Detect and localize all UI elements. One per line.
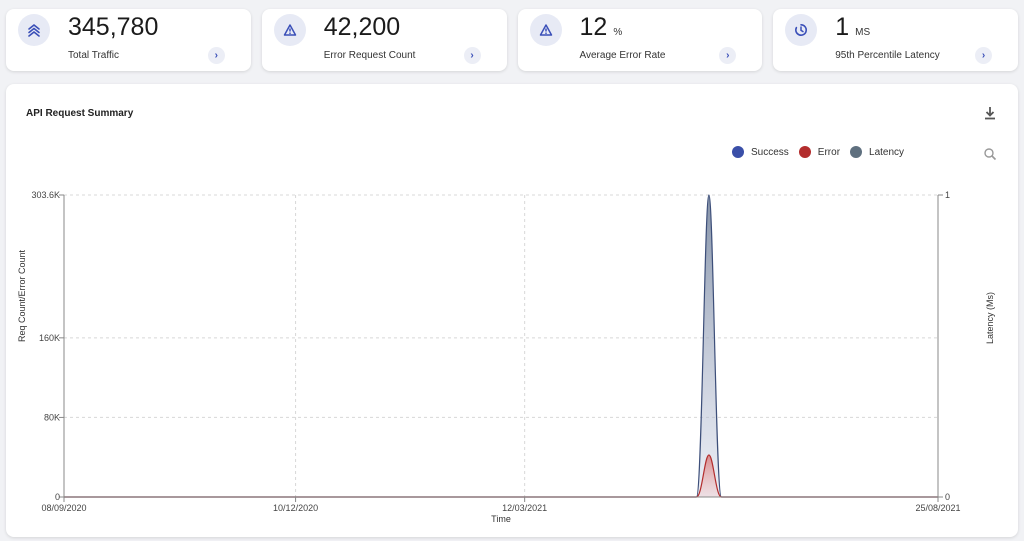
x-tick-label: 12/03/2021 (502, 503, 547, 513)
series-area-error (64, 454, 938, 498)
y-axis-title: Req Count/Error Count (17, 249, 27, 342)
y-tick-label: 80K (44, 412, 60, 422)
y2-tick-label: 1 (945, 190, 950, 200)
chart-grid (64, 194, 938, 497)
chart-axes (59, 194, 943, 502)
x-axis-title: Time (491, 514, 511, 524)
series-area-success (64, 194, 938, 498)
y-tick-label: 303.6K (31, 190, 60, 200)
chart-labels: 0 80K 160K 303.6K 08/09/2020 10/12/2020 12/03/… (17, 190, 995, 524)
x-tick-label: 10/12/2020 (273, 503, 318, 513)
chart-areas (64, 194, 938, 498)
y2-axis-title: Latency (Ms) (985, 292, 995, 344)
x-tick-label: 25/08/2021 (915, 503, 960, 513)
y-tick-label: 160K (39, 333, 60, 343)
x-tick-label: 08/09/2020 (41, 503, 86, 513)
y2-tick-label: 0 (945, 492, 950, 502)
y-tick-label: 0 (55, 492, 60, 502)
api-request-chart: 0 80K 160K 303.6K 08/09/2020 10/12/2020 12/03/… (17, 190, 995, 524)
